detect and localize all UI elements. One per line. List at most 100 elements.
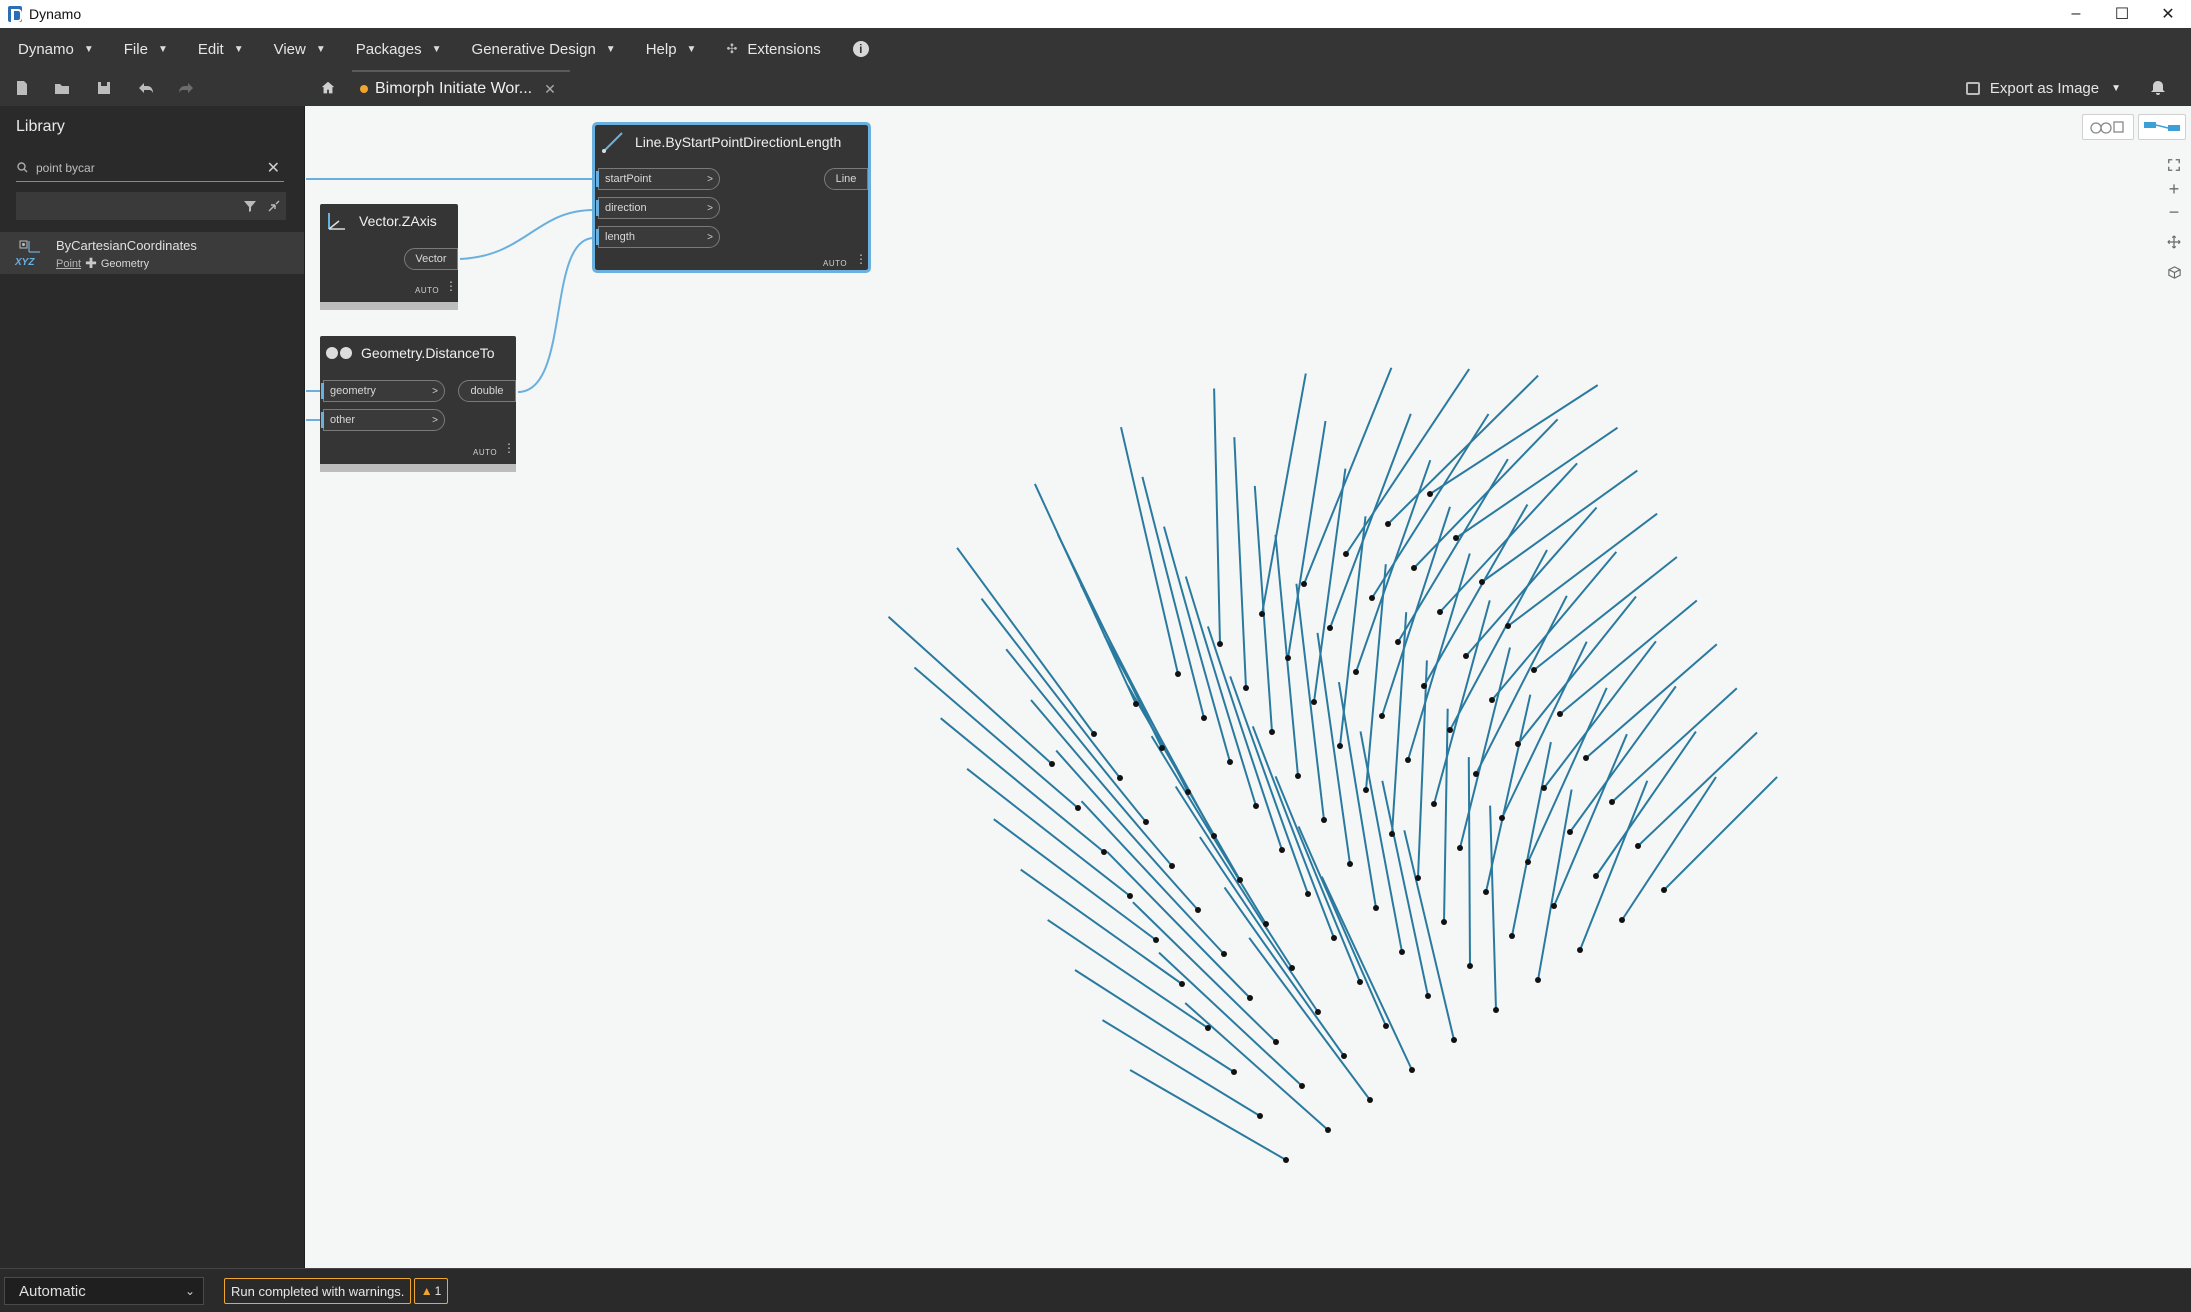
tab-workspace[interactable]: Bimorph Initiate Wor... ✕	[352, 70, 570, 106]
menu-file[interactable]: File ▼	[106, 28, 180, 70]
preview-point	[1143, 819, 1149, 825]
chevron-down-icon: ⌄	[184, 1284, 195, 1298]
preview-point	[1295, 773, 1301, 779]
port-output-vector[interactable]: Vector	[404, 248, 458, 270]
toggle-geometry-view[interactable]	[2082, 114, 2134, 140]
clear-search-icon[interactable]: ✕	[267, 158, 280, 178]
preview-point	[1453, 535, 1459, 541]
preview-line	[1387, 374, 1539, 525]
node-header[interactable]: Line.ByStartPointDirectionLength	[595, 125, 868, 159]
preview-point	[1299, 1083, 1305, 1089]
port-direction[interactable]: direction >	[596, 197, 720, 219]
preview-point	[1441, 919, 1447, 925]
toggle-graph-view[interactable]	[2138, 114, 2186, 140]
port-startpoint[interactable]: startPoint >	[596, 168, 720, 190]
node-header[interactable]: Geometry.DistanceTo	[320, 336, 516, 370]
menu-extensions[interactable]: ✣ Extensions	[708, 28, 832, 70]
preview-point	[1367, 1097, 1373, 1103]
result-subcategory: Geometry	[100, 257, 150, 270]
workspace-canvas[interactable]: Line.ByStartPointDirectionLength startPo…	[306, 106, 2191, 1268]
preview-point	[1577, 947, 1583, 953]
preview-point	[1247, 995, 1253, 1001]
menu-edit[interactable]: Edit ▼	[180, 28, 256, 70]
preview-point	[1425, 993, 1431, 999]
library-search-input[interactable]	[36, 160, 256, 175]
preview-line	[1297, 826, 1387, 1027]
caret-down-icon: ▼	[233, 43, 244, 55]
zoom-fit-icon[interactable]	[2162, 154, 2186, 176]
run-mode-select[interactable]: Automatic ⌄	[4, 1277, 204, 1305]
preview-line	[1413, 418, 1559, 569]
folder-open-icon[interactable]	[52, 78, 72, 98]
close-button[interactable]: ✕	[2145, 0, 2191, 28]
port-geometry[interactable]: geometry >	[321, 380, 445, 402]
preview-line	[1158, 951, 1303, 1087]
preview-line	[1120, 426, 1179, 675]
menu-view[interactable]: View ▼	[256, 28, 338, 70]
result-category-link[interactable]: Point	[56, 258, 81, 270]
tab-close-icon[interactable]: ✕	[544, 81, 556, 98]
node-geometry-distance-to[interactable]: Geometry.DistanceTo geometry > other > dou…	[320, 336, 516, 472]
preview-line	[1407, 553, 1471, 761]
redo-icon[interactable]	[176, 78, 196, 98]
preview-line	[1080, 800, 1225, 955]
svg-text:XYZ: XYZ	[14, 257, 35, 268]
home-icon[interactable]	[318, 78, 338, 98]
menu-help[interactable]: Help ▼	[628, 28, 709, 70]
export-as-image-button[interactable]: Export as Image ▼	[1965, 70, 2121, 106]
menu-label: Help	[645, 40, 677, 58]
preview-line	[1074, 969, 1235, 1073]
preview-line	[1274, 776, 1361, 983]
preview-point	[1363, 787, 1369, 793]
collapse-icon[interactable]	[266, 198, 282, 214]
bell-icon[interactable]	[2149, 79, 2167, 97]
port-output-double[interactable]: double	[458, 380, 516, 402]
node-line-by-start-point-direction-length[interactable]: Line.ByStartPointDirectionLength startPo…	[592, 122, 871, 273]
file-new-icon[interactable]	[12, 78, 32, 98]
preview-line	[1485, 694, 1532, 893]
preview-point	[1347, 861, 1353, 867]
save-icon[interactable]	[94, 78, 114, 98]
filter-icon[interactable]	[242, 198, 258, 214]
warning-badge[interactable]: ▲ 1	[414, 1278, 448, 1304]
menu-generative-design[interactable]: Generative Design ▼	[454, 28, 628, 70]
info-icon[interactable]: i	[852, 41, 869, 57]
kebab-menu-icon[interactable]: ⋮	[855, 253, 867, 265]
port-output-line[interactable]: Line	[824, 168, 868, 190]
preview-point	[1263, 921, 1269, 927]
preview-point	[1489, 697, 1495, 703]
preview-point	[1231, 1069, 1237, 1075]
preview-point	[1389, 831, 1395, 837]
preview-point	[1467, 963, 1473, 969]
kebab-menu-icon[interactable]: ⋮	[503, 442, 515, 454]
kebab-menu-icon[interactable]: ⋮	[445, 280, 457, 292]
preview-line	[1481, 469, 1638, 583]
zoom-in-icon[interactable]: +	[2162, 178, 2186, 200]
preview-line	[1511, 741, 1552, 937]
undo-icon[interactable]	[136, 78, 156, 98]
menu-label: View	[273, 40, 306, 58]
preview-point	[1269, 729, 1275, 735]
orbit-icon[interactable]	[2162, 261, 2186, 283]
maximize-button[interactable]: ☐	[2099, 0, 2145, 28]
run-mode-label: AUTO	[823, 259, 848, 268]
minimize-button[interactable]: –	[2053, 0, 2099, 28]
menu-dynamo[interactable]: Dynamo ▼	[0, 28, 106, 70]
pan-icon[interactable]	[2162, 231, 2186, 253]
preview-point	[1619, 917, 1625, 923]
preview-point	[1217, 641, 1223, 647]
node-header[interactable]: Vector.ZAxis	[320, 204, 458, 238]
menu-packages[interactable]: Packages ▼	[338, 28, 454, 70]
preview-point	[1525, 859, 1531, 865]
port-other[interactable]: other >	[321, 409, 445, 431]
preview-point	[1315, 1009, 1321, 1015]
port-length[interactable]: length >	[596, 226, 720, 248]
preview-point	[1431, 801, 1437, 807]
menu-label: Edit	[197, 40, 224, 58]
library-result-item[interactable]: XYZ ByCartesianCoordinates Point ✚ Geome…	[0, 232, 304, 274]
warning-count: 1	[434, 1284, 442, 1298]
zoom-out-icon[interactable]: −	[2162, 201, 2186, 223]
preview-line	[1403, 830, 1455, 1041]
node-vector-zaxis[interactable]: Vector.ZAxis Vector AUTO ⋮	[320, 204, 458, 310]
run-status-message[interactable]: Run completed with warnings.	[224, 1278, 412, 1304]
